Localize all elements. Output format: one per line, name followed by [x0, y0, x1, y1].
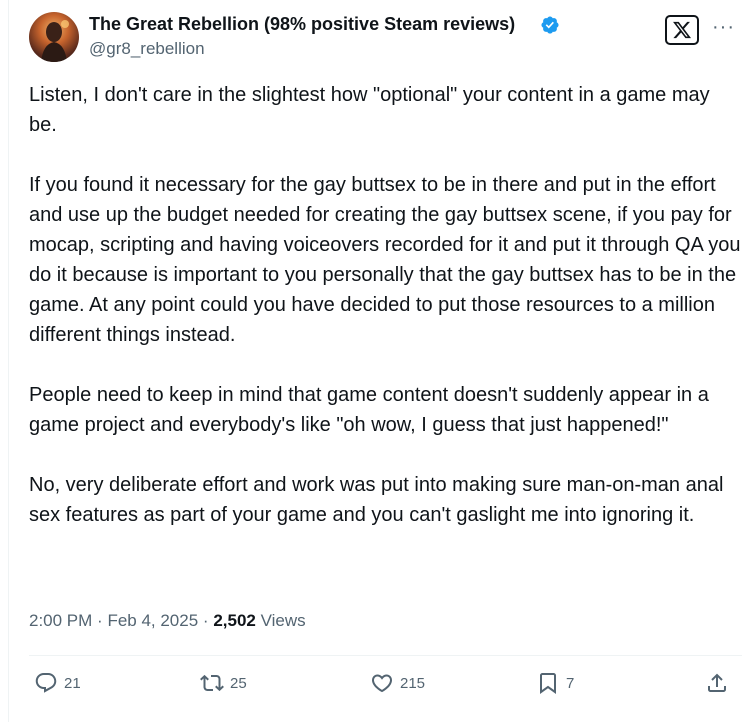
author-handle[interactable]: @gr8_rebellion [89, 39, 205, 59]
avatar-image [41, 20, 69, 62]
action-bar: 21 25 215 7 [29, 671, 742, 701]
tweet-paragraph: No, very deliberate effort and work was … [29, 474, 724, 526]
bookmark-icon [540, 673, 556, 694]
views-count: 2,502 [213, 611, 256, 630]
views-label: Views [260, 611, 306, 630]
like-button[interactable]: 215 [370, 671, 425, 695]
repost-button[interactable]: 25 [200, 671, 247, 695]
like-count: 215 [400, 674, 426, 692]
more-icon[interactable]: ··· [712, 17, 735, 37]
separator: · [202, 611, 214, 630]
divider [29, 655, 742, 656]
bookmark-button[interactable]: 7 [536, 671, 574, 695]
tweet-paragraph: People need to keep in mind that game co… [29, 384, 709, 436]
repost-icon [200, 674, 224, 692]
share-button[interactable] [705, 671, 735, 695]
reply-count: 21 [64, 674, 81, 692]
x-logo-icon[interactable] [665, 15, 699, 45]
repost-count: 25 [230, 674, 247, 692]
separator: · [97, 611, 108, 630]
tweet-header: The Great Rebellion (98% positive Steam … [29, 12, 742, 64]
tweet-time[interactable]: 2:00 PM [29, 611, 92, 630]
share-icon [708, 673, 726, 692]
heart-icon [371, 674, 393, 693]
verified-badge-icon [541, 16, 559, 34]
reply-icon [35, 673, 57, 693]
tweet-date[interactable]: Feb 4, 2025 [107, 611, 198, 630]
bookmark-count: 7 [566, 674, 575, 692]
tweet-paragraph: Listen, I don't care in the slightest ho… [29, 84, 710, 136]
tweet-paragraph: If you found it necessary for the gay bu… [29, 174, 741, 346]
tweet-metadata: 2:00 PM · Feb 4, 2025 · 2,502 Views [29, 611, 306, 631]
avatar[interactable] [29, 12, 79, 62]
author-display-name[interactable]: The Great Rebellion (98% positive Steam … [89, 14, 515, 35]
reply-button[interactable]: 21 [34, 671, 81, 695]
tweet-text: Listen, I don't care in the slightest ho… [29, 80, 741, 560]
left-border [8, 0, 9, 722]
